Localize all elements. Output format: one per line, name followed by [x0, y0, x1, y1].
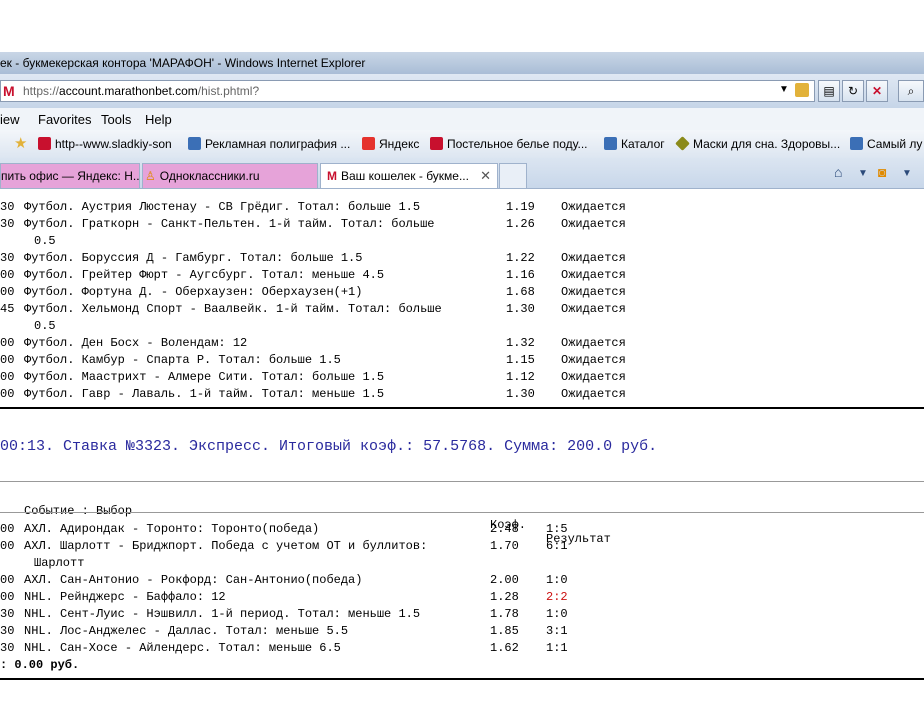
- fav-link-4[interactable]: Постельное белье поду...: [430, 137, 587, 151]
- fav-link-6[interactable]: Маски для сна. Здоровы...: [675, 136, 840, 151]
- lock-icon[interactable]: [795, 83, 809, 97]
- divider: [0, 407, 924, 409]
- fav-link-7[interactable]: Самый лу: [850, 137, 922, 151]
- menu-help[interactable]: Help: [145, 112, 172, 127]
- ok-icon: ♙: [145, 169, 156, 183]
- search-icon[interactable]: ⌕: [898, 80, 924, 102]
- fav-link-5[interactable]: Каталог: [604, 137, 665, 151]
- compat-view-icon[interactable]: ▤: [818, 80, 840, 102]
- bet-heading: 00:13. Ставка №3323. Экспресс. Итоговый …: [0, 438, 658, 455]
- address-bar[interactable]: M https://account.marathonbet.com/hist.p…: [0, 80, 815, 102]
- stop-icon[interactable]: ✕: [866, 80, 888, 102]
- menu-tools[interactable]: Tools: [101, 112, 131, 127]
- lost-result: 2:2: [546, 590, 568, 604]
- fav-link-2[interactable]: Рекламная полиграфия ...: [188, 137, 350, 151]
- window-titlebar: ек - букмекерская контора 'МАРАФОН' - Wi…: [0, 52, 924, 74]
- tab-label: Одноклассники.ru: [159, 169, 260, 183]
- divider: [0, 481, 924, 482]
- fav-link-1[interactable]: http--www.sladkiy-son: [38, 137, 172, 151]
- menu-view[interactable]: iew: [0, 112, 20, 127]
- tab-label: Ваш кошелек - букме...: [341, 169, 469, 183]
- tab-wallet[interactable]: M Ваш кошелек - букме... ✕: [320, 163, 498, 188]
- fav-link-3[interactable]: Яндекс: [362, 137, 419, 151]
- ie-page-icon: [188, 137, 201, 150]
- col-event: Событие : Выбор: [24, 504, 133, 518]
- red-square-icon: [38, 137, 51, 150]
- ie-page-icon: [850, 137, 863, 150]
- home-dropdown-icon[interactable]: ▼: [858, 168, 868, 179]
- address-dropdown-icon[interactable]: ▼: [779, 84, 789, 95]
- page-content: 30 Футбол. Аустрия Люстенау - СВ Грёдиг. …: [0, 189, 924, 702]
- home-icon[interactable]: ⌂: [834, 164, 842, 180]
- payout-line: : 0.00 руб.: [0, 658, 80, 672]
- feeds-icon[interactable]: ◙: [878, 164, 886, 180]
- address-row: M https://account.marathonbet.com/hist.p…: [0, 74, 924, 108]
- menu-favorites[interactable]: Favorites: [38, 112, 91, 127]
- red-square-icon: [430, 137, 443, 150]
- ie-page-icon: [604, 137, 617, 150]
- divider: [0, 512, 924, 513]
- feeds-dropdown-icon[interactable]: ▼: [902, 168, 912, 179]
- close-tab-icon[interactable]: ✕: [480, 168, 491, 184]
- yandex-icon: [362, 137, 375, 150]
- favorites-bar: ★ http--www.sladkiy-son Рекламная полигр…: [0, 130, 924, 159]
- address-url[interactable]: https://account.marathonbet.com/hist.pht…: [23, 84, 259, 98]
- site-favicon: M: [327, 169, 337, 183]
- new-tab-button[interactable]: [499, 163, 527, 188]
- window-title: ек - букмекерская контора 'МАРАФОН' - Wi…: [0, 56, 366, 70]
- divider: [0, 678, 924, 680]
- diamond-icon: [675, 136, 690, 151]
- favorites-star-icon[interactable]: ★: [14, 134, 27, 152]
- tab-bar: пить офис — Яндекс: Н... ♙ Одноклассники.…: [0, 158, 924, 189]
- menu-bar: iew Favorites Tools Help: [0, 108, 924, 130]
- tab-odnoklassniki[interactable]: ♙ Одноклассники.ru: [142, 163, 318, 188]
- refresh-icon[interactable]: ↻: [842, 80, 864, 102]
- tab-yandex[interactable]: пить офис — Яндекс: Н...: [0, 163, 140, 188]
- tab-label: пить офис — Яндекс: Н...: [1, 169, 140, 183]
- site-favicon: M: [3, 83, 15, 99]
